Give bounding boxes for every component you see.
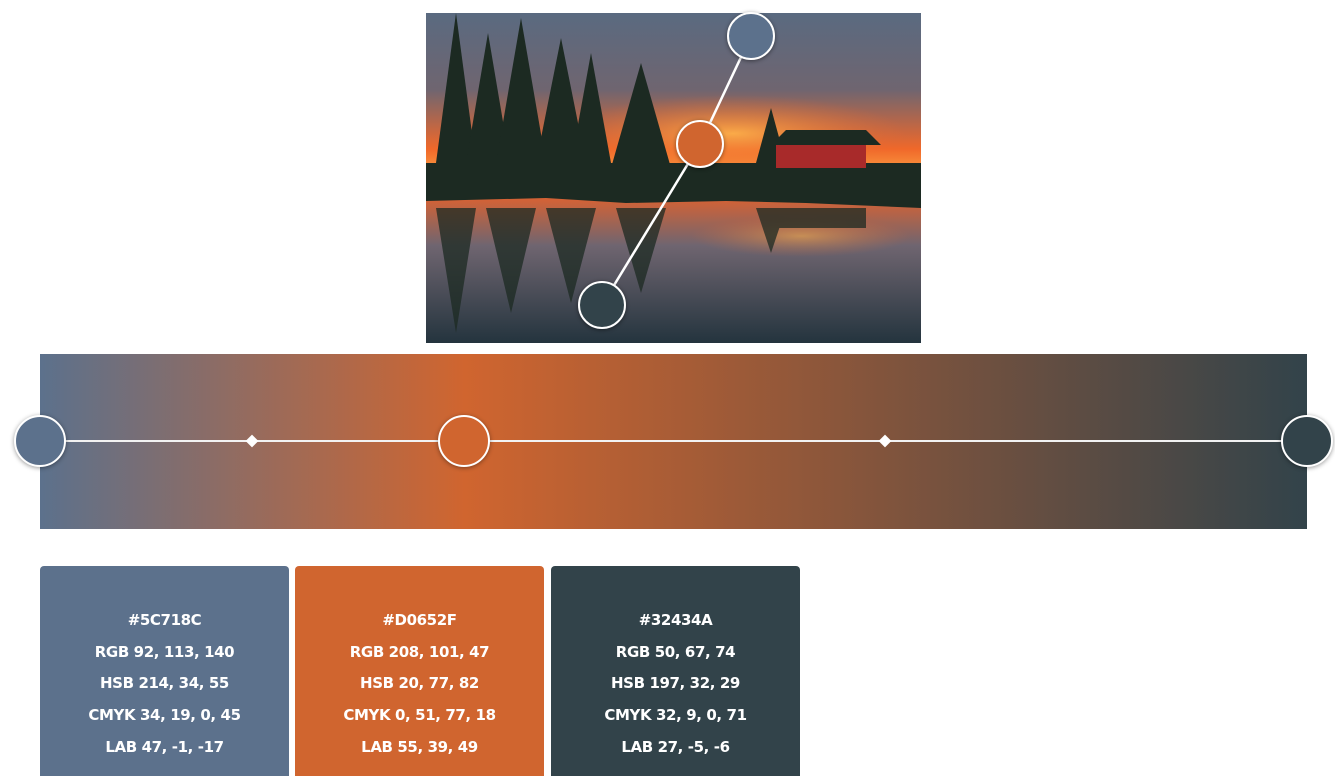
hsb-value: HSB 214, 34, 55	[100, 674, 229, 692]
color-swatch-3[interactable]: #32434A RGB 50, 67, 74 HSB 197, 32, 29 C…	[551, 566, 800, 776]
gradient-stop-1[interactable]	[14, 415, 66, 467]
photo-image	[426, 13, 921, 343]
hex-value: #5C718C	[127, 611, 202, 629]
gradient-stop-2[interactable]	[438, 415, 490, 467]
rgb-value: RGB 50, 67, 74	[615, 643, 736, 661]
source-photo	[426, 13, 921, 343]
hex-value: #D0652F	[382, 611, 457, 629]
cmyk-value: CMYK 0, 51, 77, 18	[343, 706, 496, 724]
hex-value: #32434A	[638, 611, 713, 629]
gradient-stop-3[interactable]	[1281, 415, 1333, 467]
rgb-value: RGB 92, 113, 140	[94, 643, 235, 661]
color-swatch-1[interactable]: #5C718C RGB 92, 113, 140 HSB 214, 34, 55…	[40, 566, 289, 776]
cmyk-value: CMYK 34, 19, 0, 45	[88, 706, 241, 724]
hsb-value: HSB 20, 77, 82	[360, 674, 479, 692]
color-picker-2[interactable]	[676, 120, 724, 168]
gradient-track	[40, 440, 1307, 442]
hsb-value: HSB 197, 32, 29	[611, 674, 740, 692]
color-swatch-2[interactable]: #D0652F RGB 208, 101, 47 HSB 20, 77, 82 …	[295, 566, 544, 776]
color-picker-1[interactable]	[727, 12, 775, 60]
cmyk-value: CMYK 32, 9, 0, 71	[604, 706, 747, 724]
lab-value: LAB 27, -5, -6	[621, 738, 730, 756]
color-picker-3[interactable]	[578, 281, 626, 329]
lab-value: LAB 47, -1, -17	[105, 738, 224, 756]
lab-value: LAB 55, 39, 49	[361, 738, 478, 756]
rgb-value: RGB 208, 101, 47	[349, 643, 490, 661]
